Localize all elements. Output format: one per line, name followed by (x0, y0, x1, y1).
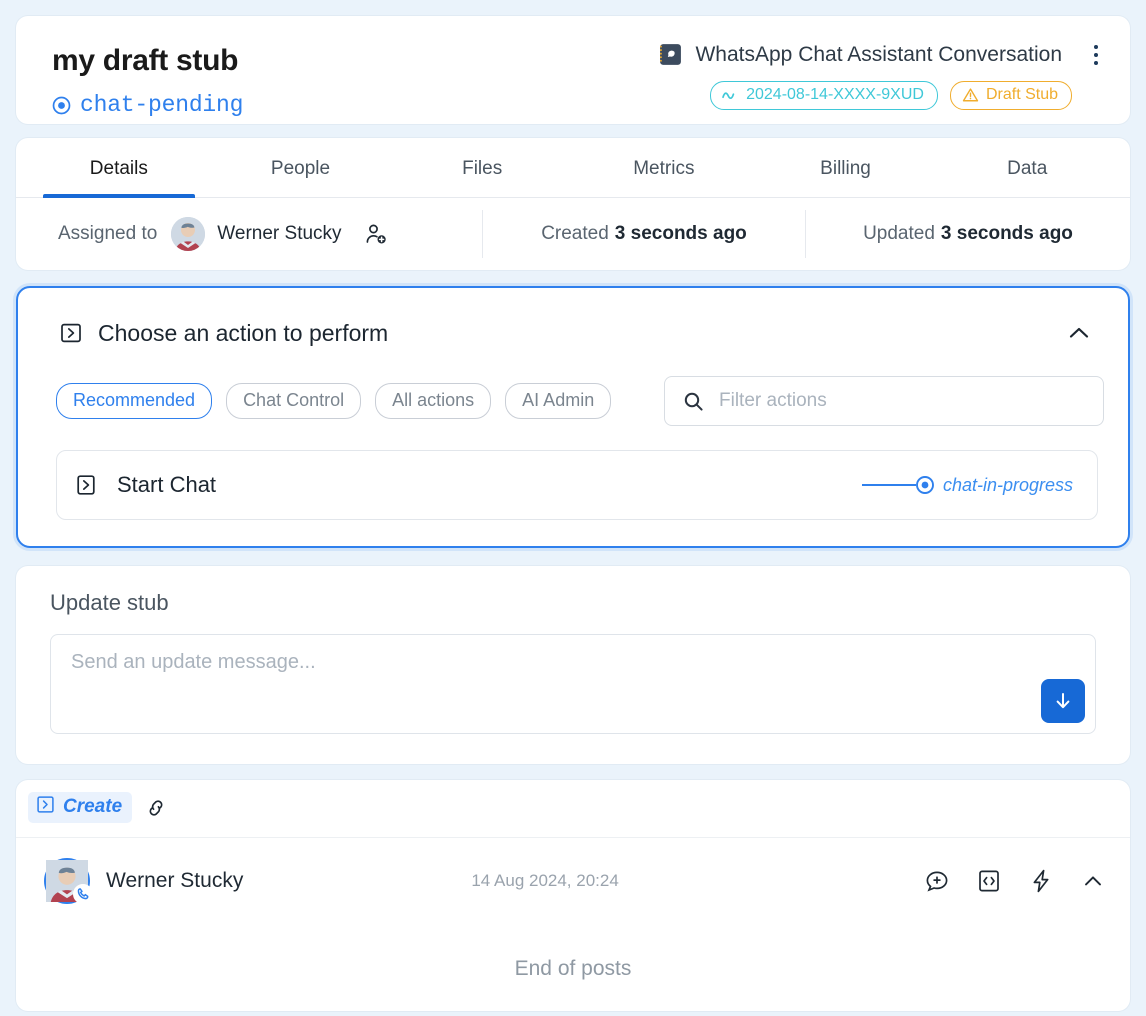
updated-cell: Updated 3 seconds ago (806, 198, 1130, 270)
meta-row: Assigned to Werner Stucky Created 3 seco… (16, 198, 1130, 270)
created-cell: Created 3 seconds ago (483, 198, 805, 270)
subject-title: WhatsApp Chat Assistant Conversation (695, 42, 1062, 66)
action-filter-chips: Recommended Chat Control All actions AI … (56, 383, 612, 419)
updated-value: 3 seconds ago (940, 223, 1073, 244)
posts-card: Create Werner Stucky 14 Aug 2024, 20:24 … (16, 780, 1130, 1011)
chevron-up-icon[interactable] (1062, 316, 1096, 350)
tab-people[interactable]: People (210, 138, 392, 197)
message-plus-icon[interactable] (924, 868, 950, 894)
update-message-placeholder: Send an update message... (71, 651, 316, 673)
action-item-start-chat[interactable]: Start Chat chat-in-progress (56, 450, 1098, 520)
warning-triangle-icon (962, 87, 979, 103)
status-badge[interactable]: chat-pending (52, 92, 243, 118)
chevron-up-icon[interactable] (1080, 868, 1106, 894)
whatsapp-app-icon (658, 42, 683, 67)
subject-row: WhatsApp Chat Assistant Conversation (658, 42, 1108, 67)
code-block-icon[interactable] (976, 868, 1002, 894)
chip-all-actions[interactable]: All actions (375, 383, 492, 419)
created-label: Created (541, 223, 609, 244)
connector-line (861, 483, 916, 487)
update-stub-card: Update stub Send an update message... (16, 566, 1130, 764)
action-result-indicator: chat-in-progress (861, 474, 1073, 496)
header-card: my draft stub chat-pending WhatsApp Chat… (16, 16, 1130, 124)
action-panel: Choose an action to perform Recommended … (16, 286, 1130, 548)
action-result-state: chat-in-progress (942, 474, 1073, 495)
reference-badge-label: 2024-08-14-XXXX-9XUD (746, 86, 924, 103)
draft-stub-badge[interactable]: Draft Stub (949, 81, 1072, 110)
action-panel-title: Choose an action to perform (98, 319, 389, 346)
wave-icon (722, 89, 739, 102)
avatar (171, 217, 206, 251)
tabs-card: Details People Files Metrics Billing Dat… (16, 138, 1130, 270)
create-tag-row: Create (16, 792, 1130, 827)
phone-badge-icon (73, 883, 93, 904)
send-update-button[interactable] (1041, 679, 1085, 723)
end-of-posts-label: End of posts (514, 957, 632, 980)
assigned-to-label: Assigned to (58, 223, 158, 244)
stub-detail-page: my draft stub chat-pending WhatsApp Chat… (0, 0, 1146, 1016)
update-stub-title: Update stub (50, 590, 169, 615)
updated-label: Updated (863, 223, 935, 244)
boxed-arrow-icon (36, 795, 55, 819)
update-message-box[interactable]: Send an update message... (50, 634, 1096, 734)
post-actions (924, 868, 1106, 894)
reference-badge[interactable]: 2024-08-14-XXXX-9XUD (710, 81, 938, 110)
draft-stub-badge-label: Draft Stub (985, 86, 1058, 103)
lightning-icon[interactable] (1028, 868, 1054, 894)
target-dot-icon (915, 475, 935, 495)
header-badges: 2024-08-14-XXXX-9XUD Draft Stub (658, 81, 1108, 110)
tab-files[interactable]: Files (391, 138, 573, 197)
kebab-menu-icon[interactable] (1084, 43, 1108, 67)
boxed-arrow-icon (75, 474, 97, 496)
post-row: Werner Stucky 14 Aug 2024, 20:24 (16, 837, 1130, 923)
action-panel-header: Choose an action to perform (42, 310, 1104, 350)
link-icon[interactable] (144, 796, 168, 820)
created-value: 3 seconds ago (614, 223, 747, 244)
tab-details[interactable]: Details (28, 138, 210, 197)
status-label: chat-pending (80, 92, 244, 118)
assignee-name: Werner Stucky (217, 223, 342, 244)
header-right: WhatsApp Chat Assistant Conversation 202… (658, 42, 1108, 110)
action-controls: Recommended Chat Control All actions AI … (42, 376, 1104, 426)
header-left: my draft stub chat-pending (52, 44, 243, 119)
boxed-arrow-icon (60, 322, 82, 344)
chip-ai-admin[interactable]: AI Admin (505, 383, 612, 419)
add-person-icon[interactable] (364, 222, 388, 246)
action-item-label: Start Chat (117, 472, 217, 497)
target-dot-icon (52, 96, 71, 115)
create-tag-label: Create (63, 796, 123, 817)
tab-billing[interactable]: Billing (755, 138, 937, 197)
search-icon (683, 391, 704, 412)
avatar (44, 857, 93, 904)
filter-actions-field[interactable] (664, 376, 1104, 426)
assigned-to-cell: Assigned to Werner Stucky (16, 198, 482, 270)
search-input[interactable] (717, 389, 1085, 413)
tab-metrics[interactable]: Metrics (573, 138, 755, 197)
post-author: Werner Stucky (106, 868, 244, 892)
create-tag[interactable]: Create (28, 792, 133, 823)
chip-recommended[interactable]: Recommended (56, 383, 213, 419)
tab-data[interactable]: Data (936, 138, 1118, 197)
post-timestamp: 14 Aug 2024, 20:24 (471, 870, 619, 890)
chip-chat-control[interactable]: Chat Control (226, 383, 362, 419)
page-title: my draft stub (52, 44, 239, 77)
tab-bar: Details People Files Metrics Billing Dat… (16, 138, 1130, 198)
